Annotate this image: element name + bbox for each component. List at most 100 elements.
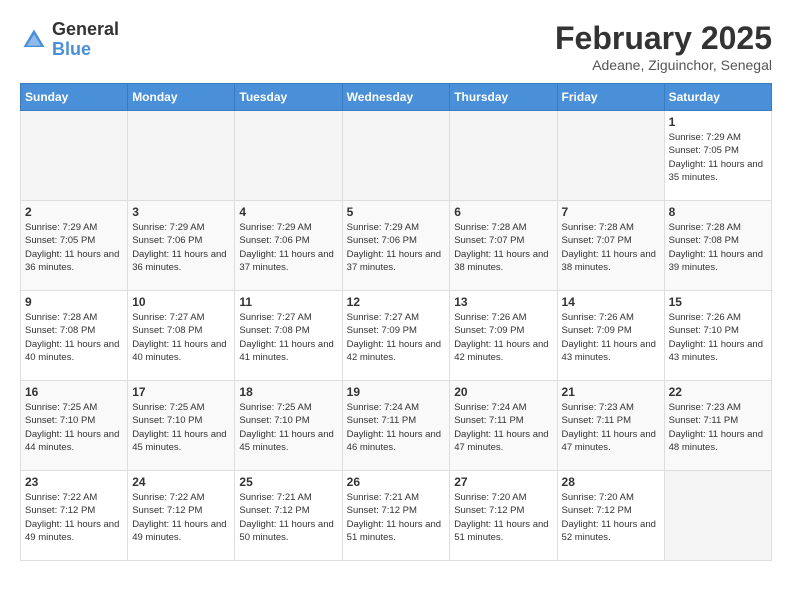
calendar-cell: 18Sunrise: 7:25 AM Sunset: 7:10 PM Dayli… [235, 381, 342, 471]
calendar-cell: 28 Sunrise: 7:20 AM Sunset: 7:12 PM Dayli… [557, 471, 664, 561]
day-info: Sunrise: 7:21 AM Sunset: 7:12 PM Dayligh… [239, 491, 337, 544]
day-number: 5 [347, 205, 446, 219]
calendar-cell: 9Sunrise: 7:28 AM Sunset: 7:08 PM Daylig… [21, 291, 128, 381]
calendar-cell: 26 Sunrise: 7:21 AM Sunset: 7:12 PM Dayli… [342, 471, 450, 561]
day-number: 20 [454, 385, 552, 399]
calendar-cell: 21 Sunrise: 7:23 AM Sunset: 7:11 PM Dayli… [557, 381, 664, 471]
calendar-cell: 17 Sunrise: 7:25 AM Sunset: 7:10 PM Dayli… [128, 381, 235, 471]
day-number: 17 [132, 385, 230, 399]
day-number: 10 [132, 295, 230, 309]
day-info: Sunrise: 7:24 AM Sunset: 7:11 PM Dayligh… [454, 401, 552, 454]
day-number: 18 [239, 385, 337, 399]
weekday-header-sunday: Sunday [21, 84, 128, 111]
calendar-cell [342, 111, 450, 201]
day-number: 3 [132, 205, 230, 219]
week-row-5: 23Sunrise: 7:22 AM Sunset: 7:12 PM Dayli… [21, 471, 772, 561]
calendar-cell: 11 Sunrise: 7:27 AM Sunset: 7:08 PM Dayli… [235, 291, 342, 381]
calendar-cell [450, 111, 557, 201]
logo-general-text: General [52, 19, 119, 39]
day-number: 21 [562, 385, 660, 399]
day-info: Sunrise: 7:28 AM Sunset: 7:07 PM Dayligh… [454, 221, 552, 274]
location-title: Adeane, Ziguinchor, Senegal [555, 57, 772, 73]
day-number: 26 [347, 475, 446, 489]
calendar-cell: 1 Sunrise: 7:29 AM Sunset: 7:05 PM Daylig… [664, 111, 771, 201]
day-info: Sunrise: 7:27 AM Sunset: 7:08 PM Dayligh… [239, 311, 337, 364]
weekday-header-thursday: Thursday [450, 84, 557, 111]
calendar-cell: 12 Sunrise: 7:27 AM Sunset: 7:09 PM Dayli… [342, 291, 450, 381]
day-number: 28 [562, 475, 660, 489]
calendar-cell [557, 111, 664, 201]
day-info: Sunrise: 7:25 AM Sunset: 7:10 PM Dayligh… [25, 401, 123, 454]
day-number: 22 [669, 385, 767, 399]
day-number: 12 [347, 295, 446, 309]
calendar-cell: 8Sunrise: 7:28 AM Sunset: 7:08 PM Daylig… [664, 201, 771, 291]
day-info: Sunrise: 7:20 AM Sunset: 7:12 PM Dayligh… [562, 491, 660, 544]
calendar-cell: 27Sunrise: 7:20 AM Sunset: 7:12 PM Dayli… [450, 471, 557, 561]
day-info: Sunrise: 7:24 AM Sunset: 7:11 PM Dayligh… [347, 401, 446, 454]
weekday-header-row: SundayMondayTuesdayWednesdayThursdayFrid… [21, 84, 772, 111]
week-row-3: 9Sunrise: 7:28 AM Sunset: 7:08 PM Daylig… [21, 291, 772, 381]
day-number: 1 [669, 115, 767, 129]
day-info: Sunrise: 7:26 AM Sunset: 7:09 PM Dayligh… [562, 311, 660, 364]
day-info: Sunrise: 7:29 AM Sunset: 7:06 PM Dayligh… [347, 221, 446, 274]
day-info: Sunrise: 7:27 AM Sunset: 7:09 PM Dayligh… [347, 311, 446, 364]
calendar-cell [128, 111, 235, 201]
calendar-cell [235, 111, 342, 201]
calendar-cell: 2 Sunrise: 7:29 AM Sunset: 7:05 PM Daylig… [21, 201, 128, 291]
calendar-cell: 3 Sunrise: 7:29 AM Sunset: 7:06 PM Daylig… [128, 201, 235, 291]
day-number: 14 [562, 295, 660, 309]
day-info: Sunrise: 7:22 AM Sunset: 7:12 PM Dayligh… [132, 491, 230, 544]
calendar-cell: 15 Sunrise: 7:26 AM Sunset: 7:10 PM Dayli… [664, 291, 771, 381]
weekday-header-tuesday: Tuesday [235, 84, 342, 111]
day-number: 13 [454, 295, 552, 309]
day-number: 27 [454, 475, 552, 489]
day-number: 6 [454, 205, 552, 219]
day-info: Sunrise: 7:29 AM Sunset: 7:06 PM Dayligh… [132, 221, 230, 274]
day-info: Sunrise: 7:29 AM Sunset: 7:05 PM Dayligh… [25, 221, 123, 274]
calendar-cell: 10 Sunrise: 7:27 AM Sunset: 7:08 PM Dayli… [128, 291, 235, 381]
day-info: Sunrise: 7:23 AM Sunset: 7:11 PM Dayligh… [669, 401, 767, 454]
week-row-1: 1 Sunrise: 7:29 AM Sunset: 7:05 PM Daylig… [21, 111, 772, 201]
day-info: Sunrise: 7:29 AM Sunset: 7:05 PM Dayligh… [669, 131, 767, 184]
page-header: General Blue February 2025 Adeane, Zigui… [20, 20, 772, 73]
day-number: 4 [239, 205, 337, 219]
calendar-cell: 13 Sunrise: 7:26 AM Sunset: 7:09 PM Dayli… [450, 291, 557, 381]
day-info: Sunrise: 7:29 AM Sunset: 7:06 PM Dayligh… [239, 221, 337, 274]
day-number: 11 [239, 295, 337, 309]
day-number: 19 [347, 385, 446, 399]
logo: General Blue [20, 20, 119, 60]
day-number: 25 [239, 475, 337, 489]
calendar-cell: 19 Sunrise: 7:24 AM Sunset: 7:11 PM Dayli… [342, 381, 450, 471]
calendar-cell: 7 Sunrise: 7:28 AM Sunset: 7:07 PM Daylig… [557, 201, 664, 291]
calendar-cell: 16 Sunrise: 7:25 AM Sunset: 7:10 PM Dayli… [21, 381, 128, 471]
day-info: Sunrise: 7:27 AM Sunset: 7:08 PM Dayligh… [132, 311, 230, 364]
weekday-header-saturday: Saturday [664, 84, 771, 111]
calendar-cell: 23Sunrise: 7:22 AM Sunset: 7:12 PM Dayli… [21, 471, 128, 561]
calendar-cell: 22 Sunrise: 7:23 AM Sunset: 7:11 PM Dayli… [664, 381, 771, 471]
day-info: Sunrise: 7:28 AM Sunset: 7:07 PM Dayligh… [562, 221, 660, 274]
calendar-cell: 14 Sunrise: 7:26 AM Sunset: 7:09 PM Dayli… [557, 291, 664, 381]
day-info: Sunrise: 7:28 AM Sunset: 7:08 PM Dayligh… [669, 221, 767, 274]
calendar-cell [21, 111, 128, 201]
calendar-cell: 4 Sunrise: 7:29 AM Sunset: 7:06 PM Daylig… [235, 201, 342, 291]
day-info: Sunrise: 7:28 AM Sunset: 7:08 PM Dayligh… [25, 311, 123, 364]
day-info: Sunrise: 7:26 AM Sunset: 7:09 PM Dayligh… [454, 311, 552, 364]
month-title: February 2025 [555, 20, 772, 57]
day-info: Sunrise: 7:26 AM Sunset: 7:10 PM Dayligh… [669, 311, 767, 364]
day-number: 24 [132, 475, 230, 489]
weekday-header-monday: Monday [128, 84, 235, 111]
weekday-header-friday: Friday [557, 84, 664, 111]
weekday-header-wednesday: Wednesday [342, 84, 450, 111]
day-info: Sunrise: 7:21 AM Sunset: 7:12 PM Dayligh… [347, 491, 446, 544]
day-number: 7 [562, 205, 660, 219]
calendar-cell: 6 Sunrise: 7:28 AM Sunset: 7:07 PM Daylig… [450, 201, 557, 291]
title-area: February 2025 Adeane, Ziguinchor, Senega… [555, 20, 772, 73]
day-number: 15 [669, 295, 767, 309]
calendar-cell: 20 Sunrise: 7:24 AM Sunset: 7:11 PM Dayli… [450, 381, 557, 471]
day-info: Sunrise: 7:25 AM Sunset: 7:10 PM Dayligh… [132, 401, 230, 454]
day-info: Sunrise: 7:23 AM Sunset: 7:11 PM Dayligh… [562, 401, 660, 454]
calendar-cell: 5 Sunrise: 7:29 AM Sunset: 7:06 PM Daylig… [342, 201, 450, 291]
day-info: Sunrise: 7:22 AM Sunset: 7:12 PM Dayligh… [25, 491, 123, 544]
day-number: 16 [25, 385, 123, 399]
day-number: 2 [25, 205, 123, 219]
